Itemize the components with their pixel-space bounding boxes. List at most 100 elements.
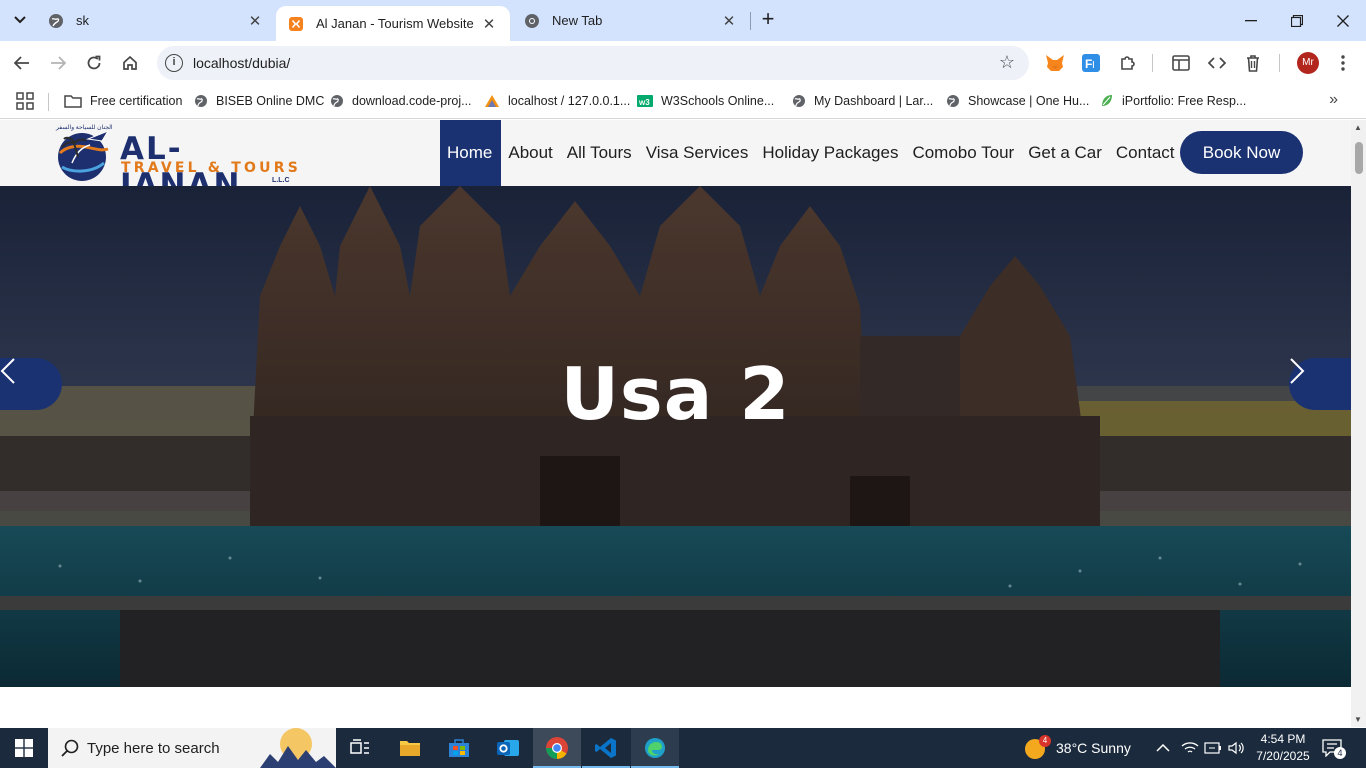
logo-sub-text: TRAVEL & TOURS (121, 160, 301, 176)
bookmark-item[interactable]: download.code-proj... (330, 91, 472, 111)
hero-title: Usa 2 (560, 352, 791, 436)
browser-tab-sk[interactable]: sk ✕ (36, 0, 276, 41)
notifications-button[interactable]: 4 (1322, 728, 1346, 768)
windows-logo-icon (15, 739, 33, 757)
scroll-up-arrow-icon[interactable]: ▲ (1354, 123, 1362, 132)
site-logo[interactable]: الجنان للسياحة والسفر AL-JANAN TRAVEL & … (52, 123, 302, 203)
vscode-button[interactable] (582, 728, 630, 768)
page-scrollbar[interactable]: ▲ ▼ (1351, 120, 1366, 727)
browser-toolbar: i localhost/dubia/ ☆ FI Mr (0, 41, 1366, 85)
show-hidden-icons-chevron-icon[interactable] (1156, 728, 1170, 768)
close-tab-icon[interactable]: ✕ (246, 12, 264, 30)
browser-tab-strip: sk ✕ Al Janan - Tourism Website Template… (0, 0, 1366, 41)
logo-arabic-text: الجنان للسياحة والسفر (56, 125, 113, 131)
clock-time: 4:54 PM (1260, 732, 1306, 746)
restore-icon[interactable] (1274, 0, 1320, 41)
globe-icon (793, 95, 805, 107)
bookmark-label: W3Schools Online... (661, 94, 775, 108)
bookmark-label: iPortfolio: Free Resp... (1122, 94, 1247, 108)
task-view-icon (350, 739, 369, 754)
taskbar-search-box[interactable]: Type here to search (48, 728, 336, 768)
close-tab-icon[interactable]: ✕ (720, 12, 738, 30)
bookmark-item[interactable]: Free certification (64, 91, 182, 111)
code-brackets-icon[interactable] (1206, 52, 1228, 74)
system-clock[interactable]: 4:54 PM 7/20/2025 (1252, 731, 1314, 765)
volume-icon[interactable] (1228, 728, 1246, 768)
kebab-menu-icon[interactable] (1332, 52, 1354, 74)
weather-text: 38°C Sunny (1056, 740, 1131, 756)
chrome-icon (525, 13, 539, 28)
browser-tab-active[interactable]: Al Janan - Tourism Website Template ✕ (276, 6, 510, 41)
store-bag-icon (449, 739, 469, 757)
profile-avatar[interactable]: Mr (1297, 52, 1319, 74)
globe-icon (49, 13, 63, 28)
chevron-right-icon (1290, 358, 1305, 384)
folder-icon (400, 741, 420, 756)
reload-icon[interactable] (82, 51, 106, 75)
main-navigation: Home About All Tours Visa Services Holid… (440, 120, 1182, 186)
browser-tab-new-tab[interactable]: New Tab ✕ (512, 0, 750, 41)
nav-home[interactable]: Home (440, 120, 502, 186)
bookmark-label: localhost / 127.0.0.1... (508, 94, 631, 108)
bookmark-item[interactable]: BISEB Online DMC (194, 91, 324, 111)
nav-about[interactable]: About (501, 120, 559, 186)
microsoft-store-button[interactable] (435, 728, 483, 768)
bookmarks-bar: Free certification BISEB Online DMC down… (0, 85, 1366, 119)
network-icon[interactable] (1181, 728, 1199, 768)
back-arrow-icon[interactable] (10, 51, 34, 75)
bookmark-item[interactable]: Showcase | One Hu... (946, 91, 1089, 111)
tab-title: New Tab (552, 13, 603, 28)
slider-prev-button[interactable] (0, 358, 62, 410)
trash-icon[interactable] (1242, 52, 1264, 74)
bookmark-item[interactable]: iPortfolio: Free Resp... (1100, 91, 1246, 111)
bookmark-item[interactable]: localhost / 127.0.0.1... (484, 91, 630, 111)
globe-icon (947, 95, 959, 107)
nav-contact[interactable]: Contact (1109, 120, 1182, 186)
battery-icon[interactable] (1204, 728, 1222, 768)
url-text[interactable]: localhost/dubia/ (193, 55, 290, 71)
search-highlight-illustration (260, 728, 336, 768)
slider-next-button[interactable] (1289, 358, 1351, 410)
nav-visa-services[interactable]: Visa Services (639, 120, 756, 186)
apps-grid-icon[interactable] (16, 92, 34, 110)
bookmark-item[interactable]: My Dashboard | Lar... (792, 91, 933, 111)
fonts-ninja-icon[interactable]: FI (1080, 52, 1102, 74)
tab-title: sk (76, 13, 89, 28)
task-view-button[interactable] (336, 728, 384, 768)
edge-button[interactable] (631, 728, 679, 768)
close-window-icon[interactable] (1320, 0, 1366, 41)
site-info-icon[interactable]: i (165, 54, 183, 72)
chrome-taskbar-button[interactable] (533, 728, 581, 768)
close-tab-icon[interactable]: ✕ (480, 15, 498, 33)
nav-get-a-car[interactable]: Get a Car (1021, 120, 1109, 186)
forward-arrow-icon[interactable] (46, 51, 70, 75)
logo-suffix-text: L.L.C (272, 177, 290, 184)
tab-search-button[interactable] (6, 7, 34, 33)
nav-combo-tour[interactable]: Comobo Tour (905, 120, 1021, 186)
bookmark-item[interactable]: w3 W3Schools Online... (637, 91, 774, 111)
site-favicon-icon (289, 16, 303, 31)
address-bar[interactable]: i localhost/dubia/ ☆ (157, 46, 1029, 80)
outlook-button[interactable] (484, 728, 532, 768)
book-now-button[interactable]: Book Now (1180, 131, 1303, 174)
tab-layout-icon[interactable] (1170, 52, 1192, 74)
bookmark-label: Showcase | One Hu... (968, 94, 1090, 108)
scrollbar-thumb[interactable] (1355, 142, 1363, 174)
bookmark-star-icon[interactable]: ☆ (999, 52, 1015, 73)
start-button[interactable] (0, 728, 48, 768)
nav-all-tours[interactable]: All Tours (560, 120, 639, 186)
hero-background-image (0, 186, 1351, 687)
hero-slider: Usa 2 (0, 186, 1351, 687)
nav-holiday-packages[interactable]: Holiday Packages (755, 120, 905, 186)
scroll-down-arrow-icon[interactable]: ▼ (1354, 715, 1362, 724)
tab-separator (750, 12, 751, 30)
new-tab-plus-icon[interactable]: + (756, 8, 780, 32)
file-explorer-button[interactable] (386, 728, 434, 768)
metamask-fox-icon[interactable] (1044, 52, 1066, 74)
extensions-puzzle-icon[interactable] (1117, 52, 1139, 74)
more-bookmarks-chevron-icon[interactable]: » (1329, 91, 1338, 109)
home-icon[interactable] (118, 51, 142, 75)
minimize-icon[interactable] (1228, 0, 1274, 41)
weather-widget[interactable]: 4 38°C Sunny (1024, 728, 1131, 768)
svg-text:I: I (1092, 60, 1095, 71)
